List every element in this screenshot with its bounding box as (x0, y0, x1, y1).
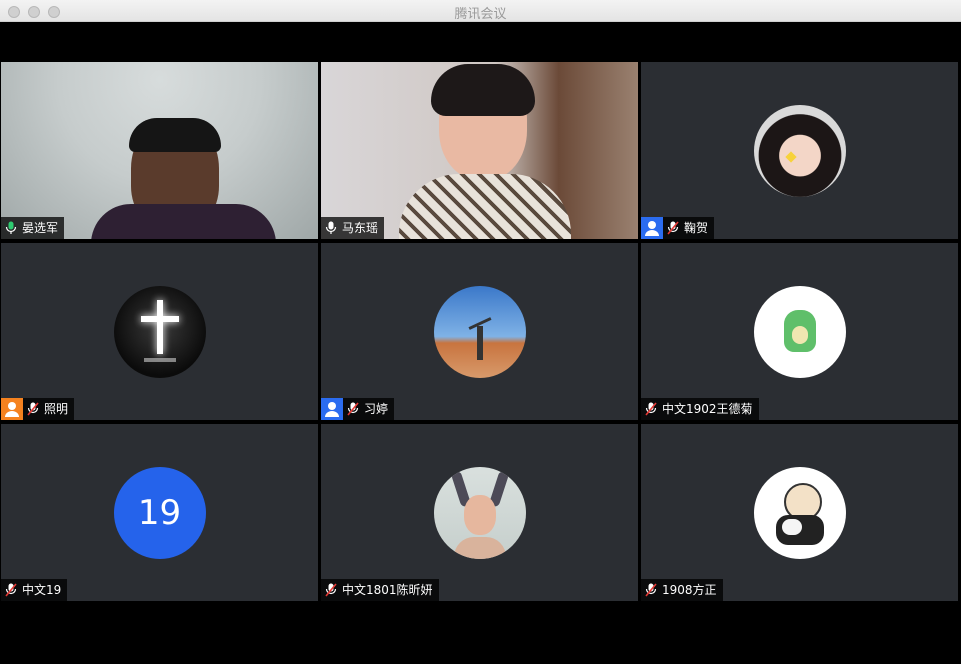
participant-name: 习婷 (364, 402, 389, 416)
avatar (753, 285, 846, 378)
participant-tile[interactable]: 习婷 (321, 243, 638, 420)
host-badge-icon (321, 398, 343, 420)
host-badge-icon (641, 217, 663, 239)
microphone-muted-icon (667, 221, 679, 235)
participant-label: 马东瑶 (321, 217, 385, 239)
avatar-initials: 19 (137, 492, 182, 533)
participant-label: 晏选军 (1, 217, 65, 239)
title-bar: 腾讯会议 (0, 0, 961, 22)
microphone-muted-icon (325, 583, 337, 597)
participant-tile[interactable]: 19 中文19 (1, 424, 318, 601)
participant-name: 1908方正 (662, 583, 717, 597)
participant-name: 马东瑶 (342, 221, 379, 235)
microphone-muted-icon (645, 402, 657, 416)
participant-name: 中文1902王德菊 (662, 402, 753, 416)
avatar (113, 285, 206, 378)
participant-tile[interactable]: 中文1902王德菊 (641, 243, 958, 420)
participant-label: 中文19 (1, 579, 68, 601)
avatar (433, 466, 526, 559)
participant-name: 中文19 (22, 583, 62, 597)
avatar (753, 104, 846, 197)
participant-tile[interactable]: 中文1801陈昕妍 (321, 424, 638, 601)
user-badge-icon (1, 398, 23, 420)
participant-name: 中文1801陈昕妍 (342, 583, 433, 597)
participant-name: 照明 (44, 402, 69, 416)
microphone-muted-icon (645, 583, 657, 597)
microphone-muted-icon (347, 402, 359, 416)
microphone-icon (325, 221, 337, 234)
participant-label: 习婷 (343, 398, 395, 420)
participant-name: 鞠贺 (684, 221, 709, 235)
participant-tile[interactable]: 1908方正 (641, 424, 958, 601)
microphone-icon (5, 221, 17, 234)
video-feed (1, 62, 318, 239)
participant-label: 照明 (23, 398, 75, 420)
participant-name: 晏选军 (22, 221, 59, 235)
avatar (753, 466, 846, 559)
microphone-muted-icon (5, 583, 17, 597)
participant-label: 中文1902王德菊 (641, 398, 759, 420)
participant-tile[interactable]: 照明 (1, 243, 318, 420)
participant-label: 中文1801陈昕妍 (321, 579, 439, 601)
microphone-muted-icon (27, 402, 39, 416)
participant-label: 鞠贺 (663, 217, 715, 239)
participant-tile[interactable]: 鞠贺 (641, 62, 958, 239)
avatar: 19 (113, 466, 206, 559)
avatar (433, 285, 526, 378)
participant-tile[interactable]: 马东瑶 (321, 62, 638, 239)
app-window: 腾讯会议 晏选军 马东瑶 鞠贺 照明 习婷 中文1902王德菊 19 中文19 … (0, 0, 961, 664)
window-title: 腾讯会议 (454, 7, 507, 22)
participant-label: 1908方正 (641, 579, 723, 601)
video-feed (321, 62, 638, 239)
participant-tile[interactable]: 晏选军 (1, 62, 318, 239)
